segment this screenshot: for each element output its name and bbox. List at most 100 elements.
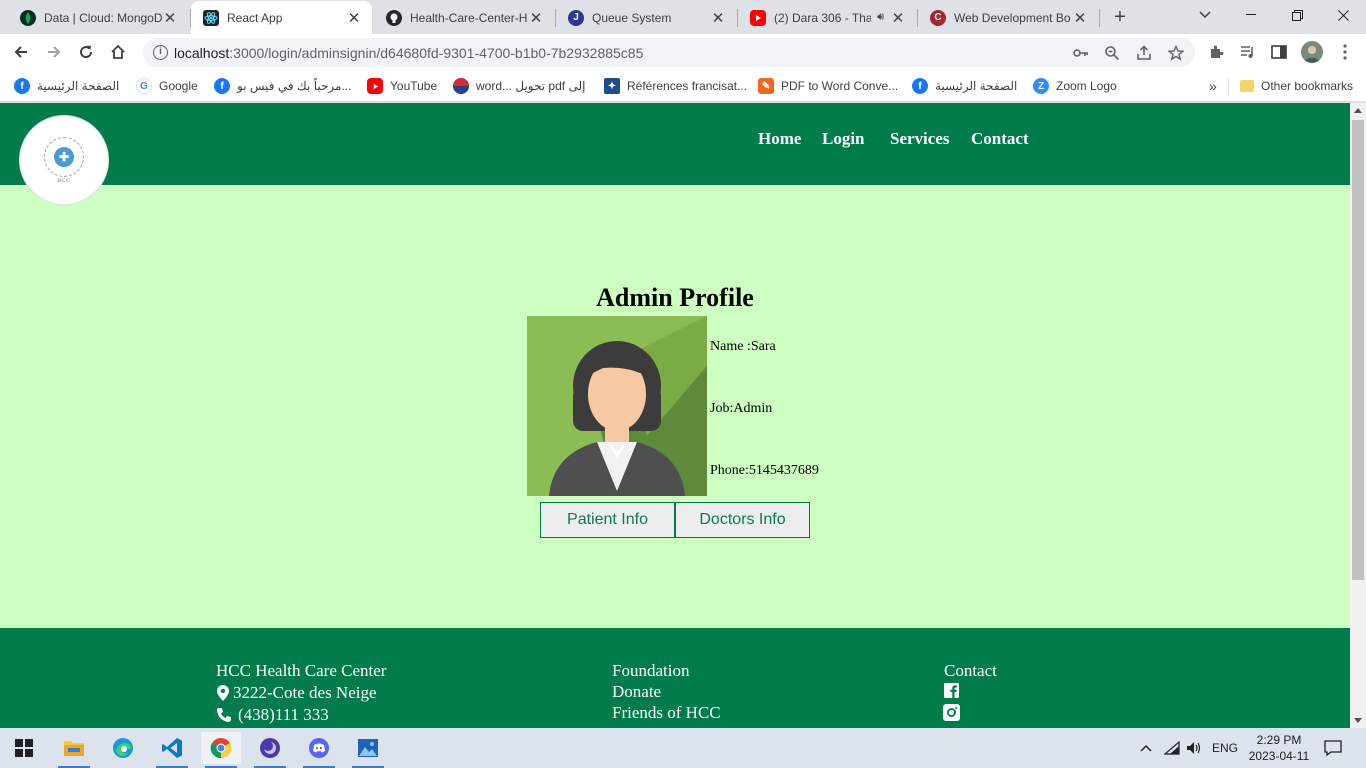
footer-phone-text: (438)111 333 — [238, 705, 329, 724]
network-icon[interactable] — [1164, 728, 1180, 768]
tab-search-button[interactable] — [1182, 0, 1228, 30]
facebook-icon: f — [912, 78, 928, 94]
speaker-icon[interactable]: 🔊︎ — [877, 11, 884, 24]
tab-strip: Data | Cloud: MongoDB ✕ React App ✕ Heal… — [0, 0, 1366, 34]
tab-github[interactable]: Health-Care-Center-H ✕ — [374, 1, 554, 34]
footer-org-name: HCC Health Care Center — [216, 661, 387, 680]
other-bookmarks-folder[interactable]: Other bookmarks — [1240, 76, 1353, 96]
close-tab-icon[interactable]: ✕ — [890, 9, 906, 27]
bookmarks-bar: f الصفحة الرئيسية G Google f مرحباً بك ف… — [0, 71, 1366, 102]
close-tab-icon[interactable]: ✕ — [528, 9, 544, 27]
bookmark-pdf-word-ar[interactable]: word... تحويل pdf إلى — [453, 76, 585, 96]
photos-app-icon[interactable] — [348, 732, 388, 768]
bookmark-google[interactable]: G Google — [136, 76, 198, 96]
folder-icon — [1240, 80, 1254, 92]
page-viewport: Home Login Services Contact ✚ HCC Admin … — [0, 103, 1366, 728]
bookmark-label: Zoom Logo — [1056, 79, 1117, 93]
bookmark-label: Google — [159, 79, 198, 93]
discord-icon[interactable] — [299, 732, 339, 768]
converter-icon — [453, 78, 469, 94]
facebook-icon: f — [214, 78, 230, 94]
close-tab-icon[interactable]: ✕ — [346, 9, 362, 27]
tab-youtube[interactable]: (2) Dara 306 - Tha 🔊︎ ✕ — [738, 1, 916, 34]
bookmark-label: Other bookmarks — [1261, 79, 1354, 93]
bookmark-label: word... تحويل pdf إلى — [476, 79, 586, 93]
cortana-app-icon[interactable] — [250, 732, 290, 768]
tab-web-development[interactable]: C Web Development Bo ✕ — [918, 1, 1098, 34]
file-explorer-icon[interactable] — [54, 732, 94, 768]
footer-foundation-link[interactable]: Foundation — [612, 661, 689, 681]
side-panel-icon[interactable] — [1269, 42, 1289, 62]
system-clock[interactable]: 2:29 PM 2023-04-11 — [1244, 732, 1314, 764]
windows-taskbar: ENG 2:29 PM 2023-04-11 — [0, 728, 1366, 768]
tab-queue-system[interactable]: J Queue System ✕ — [556, 1, 736, 34]
youtube-icon — [367, 78, 383, 94]
tab-title: (2) Dara 306 - Tha — [774, 10, 872, 25]
site-info-icon[interactable]: i — [153, 45, 168, 60]
google-icon: G — [136, 78, 152, 94]
footer-phone: (438)111 333 — [216, 705, 329, 725]
menu-kebab-icon[interactable] — [1335, 42, 1355, 62]
reference-icon: ✦ — [604, 78, 620, 94]
bookmark-star-icon[interactable] — [1167, 44, 1185, 62]
chrome-icon[interactable] — [201, 732, 241, 768]
home-button[interactable] — [106, 40, 130, 64]
bookmark-facebook-home-2[interactable]: f الصفحة الرئيسية — [912, 76, 1017, 96]
nav-services-link[interactable]: Services — [890, 129, 949, 149]
back-button[interactable] — [9, 40, 33, 64]
windows-start-icon[interactable] — [4, 732, 44, 764]
address-bar[interactable]: i localhost:3000/login/adminsignin/d6468… — [143, 38, 1195, 67]
instagram-icon[interactable] — [943, 704, 960, 721]
facebook-icon[interactable] — [944, 683, 959, 698]
media-queue-icon[interactable] — [1238, 42, 1258, 62]
tab-react-app[interactable]: React App ✕ — [191, 1, 372, 34]
c-letter-icon: C — [930, 9, 946, 26]
url-text[interactable]: localhost:3000/login/adminsignin/d64680f… — [174, 45, 643, 61]
minimize-button[interactable] — [1228, 0, 1274, 30]
patient-info-button[interactable]: Patient Info — [540, 502, 675, 538]
notifications-icon[interactable] — [1324, 728, 1342, 768]
bookmark-references[interactable]: ✦ Références francisat... — [604, 76, 747, 96]
forward-button[interactable] — [42, 40, 66, 64]
footer-contact-title: Contact — [944, 661, 997, 680]
restore-button[interactable] — [1274, 0, 1320, 30]
extensions-puzzle-icon[interactable] — [1206, 42, 1226, 62]
mongodb-leaf-icon — [20, 9, 36, 26]
bookmark-facebook-home[interactable]: f الصفحة الرئيسية — [14, 76, 119, 96]
bookmark-zoom-logo[interactable]: Z Zoom Logo — [1033, 76, 1117, 96]
new-tab-button[interactable]: + — [1108, 5, 1132, 29]
logo-emblem: ✚ — [44, 136, 84, 177]
site-footer: HCC Health Care Center 3222-Cote des Nei… — [0, 628, 1350, 728]
edge-browser-icon[interactable] — [103, 732, 143, 764]
bookmark-facebook-welcome[interactable]: f مرحباً بك في فيس بو... — [214, 76, 351, 96]
tab-mongodb[interactable]: Data | Cloud: MongoDB ✕ — [8, 1, 188, 34]
bookmark-youtube[interactable]: YouTube — [367, 76, 437, 96]
close-window-button[interactable] — [1320, 0, 1366, 30]
bookmark-pdf-to-word[interactable]: ✎ PDF to Word Conve... — [758, 76, 898, 96]
doctors-info-button[interactable]: Doctors Info — [675, 502, 810, 538]
close-tab-icon[interactable]: ✕ — [1072, 9, 1088, 27]
close-tab-icon[interactable]: ✕ — [710, 9, 726, 27]
site-header: Home Login Services Contact — [0, 103, 1350, 185]
footer-friends-link[interactable]: Friends of HCC — [612, 703, 721, 723]
nav-home-link[interactable]: Home — [758, 129, 801, 149]
vscode-icon[interactable] — [152, 732, 192, 768]
site-logo[interactable]: ✚ HCC — [19, 115, 109, 205]
volume-icon[interactable] — [1186, 728, 1202, 768]
close-tab-icon[interactable]: ✕ — [162, 9, 178, 27]
footer-donate-link[interactable]: Donate — [612, 682, 661, 702]
more-bookmarks-chevron[interactable]: » — [1209, 76, 1217, 96]
scrollbar-thumb[interactable] — [1352, 120, 1364, 580]
zoom-icon[interactable] — [1103, 44, 1121, 62]
key-icon[interactable] — [1072, 44, 1090, 62]
page-scrollbar[interactable] — [1350, 103, 1366, 728]
nav-login-link[interactable]: Login — [822, 129, 865, 149]
share-icon[interactable] — [1135, 44, 1153, 62]
facebook-icon: f — [14, 78, 30, 94]
tab-title: Web Development Bo — [954, 10, 1071, 25]
show-hidden-icons-chevron[interactable] — [1140, 728, 1152, 768]
reload-button[interactable] — [74, 40, 98, 64]
language-indicator[interactable]: ENG — [1212, 728, 1238, 768]
profile-avatar[interactable] — [1301, 41, 1323, 63]
nav-contact-link[interactable]: Contact — [971, 129, 1029, 149]
